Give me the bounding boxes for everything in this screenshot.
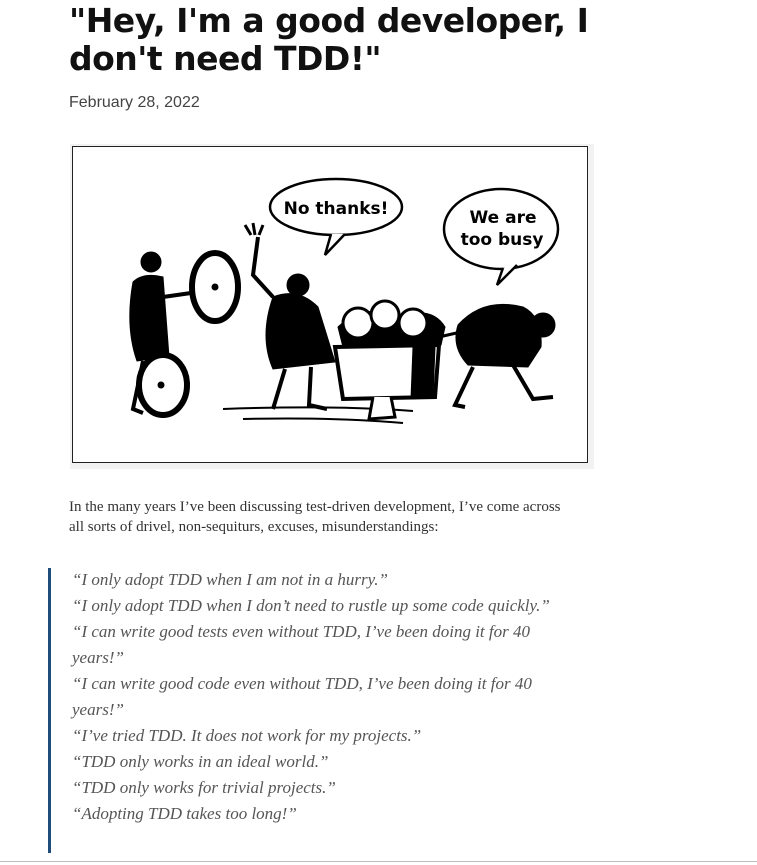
speech-bubble-right: We are too busy	[442, 187, 560, 286]
quote-item: “Adopting TDD takes too long!”	[72, 804, 297, 823]
speech-bubble-right-line2: too busy	[461, 230, 544, 250]
speech-bubble-left-text: No thanks!	[284, 199, 389, 219]
quote-item: “I’ve tried TDD. It does not work for my…	[72, 726, 422, 745]
page-divider	[0, 861, 757, 862]
cartoon-frame: No thanks! We are too busy	[72, 146, 588, 463]
caveman-with-wheels	[129, 250, 241, 418]
blockquote-bar	[48, 568, 51, 853]
caveman-with-cart	[243, 222, 446, 421]
article-title: "Hey, I'm a good developer, I don't need…	[69, 1, 589, 78]
caveman-pulling	[438, 303, 556, 409]
speech-bubble-right-line1: We are	[470, 208, 537, 228]
quote-item: “I can write good code even without TDD,…	[72, 674, 532, 719]
quote-item: “TDD only works for trivial projects.”	[72, 778, 336, 797]
cartoon-image: No thanks! We are too busy	[70, 144, 594, 469]
quote-item: “I can write good tests even without TDD…	[72, 622, 530, 667]
quote-item: “TDD only works in an ideal world.”	[72, 752, 329, 771]
excuse-quotes-list: “I only adopt TDD when I am not in a hur…	[72, 567, 572, 827]
intro-paragraph: In the many years I’ve been discussing t…	[69, 499, 561, 535]
publish-date: February 28, 2022	[69, 94, 200, 111]
cavemen-illustration: No thanks! We are too busy	[129, 177, 560, 424]
quote-item: “I only adopt TDD when I don’t need to r…	[72, 596, 550, 615]
speech-bubble-left: No thanks!	[268, 177, 404, 256]
quote-item: “I only adopt TDD when I am not in a hur…	[72, 570, 388, 589]
article: "Hey, I'm a good developer, I don't need…	[0, 0, 757, 865]
